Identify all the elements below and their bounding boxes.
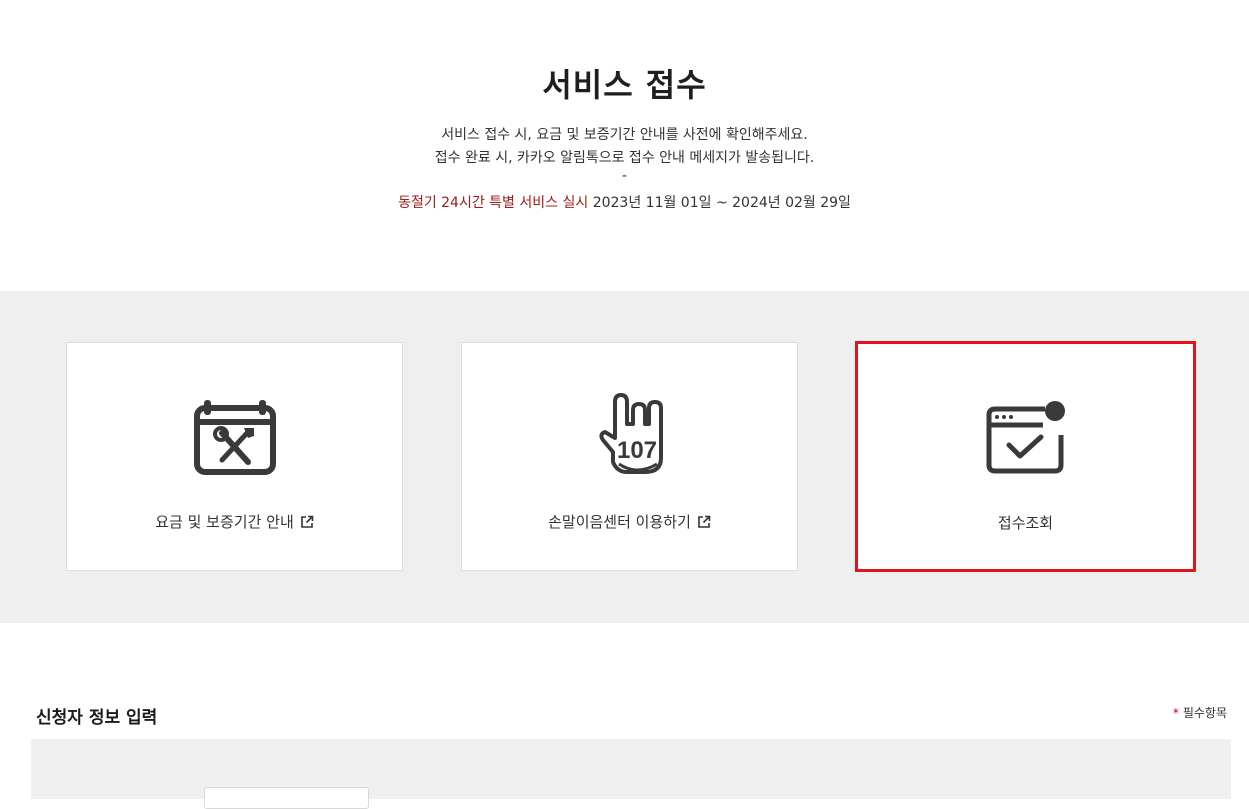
intro-line-1: 서비스 접수 시, 요금 및 보증기간 안내를 사전에 확인해주세요. (441, 127, 808, 143)
external-link-icon (697, 515, 711, 533)
inquiry-lookup-card[interactable]: 접수조회 (855, 341, 1196, 572)
required-fields-note: * 필수항목 (1173, 704, 1227, 721)
icon-107-badge: 107 (616, 437, 656, 464)
intro-divider: - (621, 168, 628, 184)
applicant-info-title: 신청자 정보 입력 (36, 708, 158, 728)
notice-period: 2023년 11월 01일 ~ 2024년 02월 29일 (588, 195, 851, 211)
relay-center-card[interactable]: 107 손말이음센터 이용하기 (461, 342, 798, 571)
page-title: 서비스 접수 (542, 66, 707, 104)
calendar-tools-icon (190, 398, 280, 478)
browser-check-icon (981, 399, 1071, 479)
notice-highlight: 동절기 24시간 특별 서비스 실시 (398, 195, 589, 211)
sign-language-107-icon: 107 (585, 393, 675, 478)
inquiry-lookup-label: 접수조회 (997, 514, 1054, 532)
required-star: * (1172, 706, 1179, 720)
service-notice: 동절기 24시간 특별 서비스 실시 2023년 11월 01일 ~ 2024년… (0, 192, 1249, 212)
applicant-input-field[interactable] (204, 787, 369, 809)
fee-warranty-label: 요금 및 보증기간 안내 (67, 511, 402, 533)
fee-warranty-card[interactable]: 요금 및 보증기간 안내 (66, 342, 403, 571)
relay-center-label: 손말이음센터 이용하기 (462, 511, 797, 533)
required-label: 필수항목 (1182, 706, 1227, 720)
intro-line-2: 접수 완료 시, 카카오 알림톡으로 접수 안내 메세지가 발송됩니다. (434, 150, 815, 166)
external-link-icon (300, 515, 314, 533)
